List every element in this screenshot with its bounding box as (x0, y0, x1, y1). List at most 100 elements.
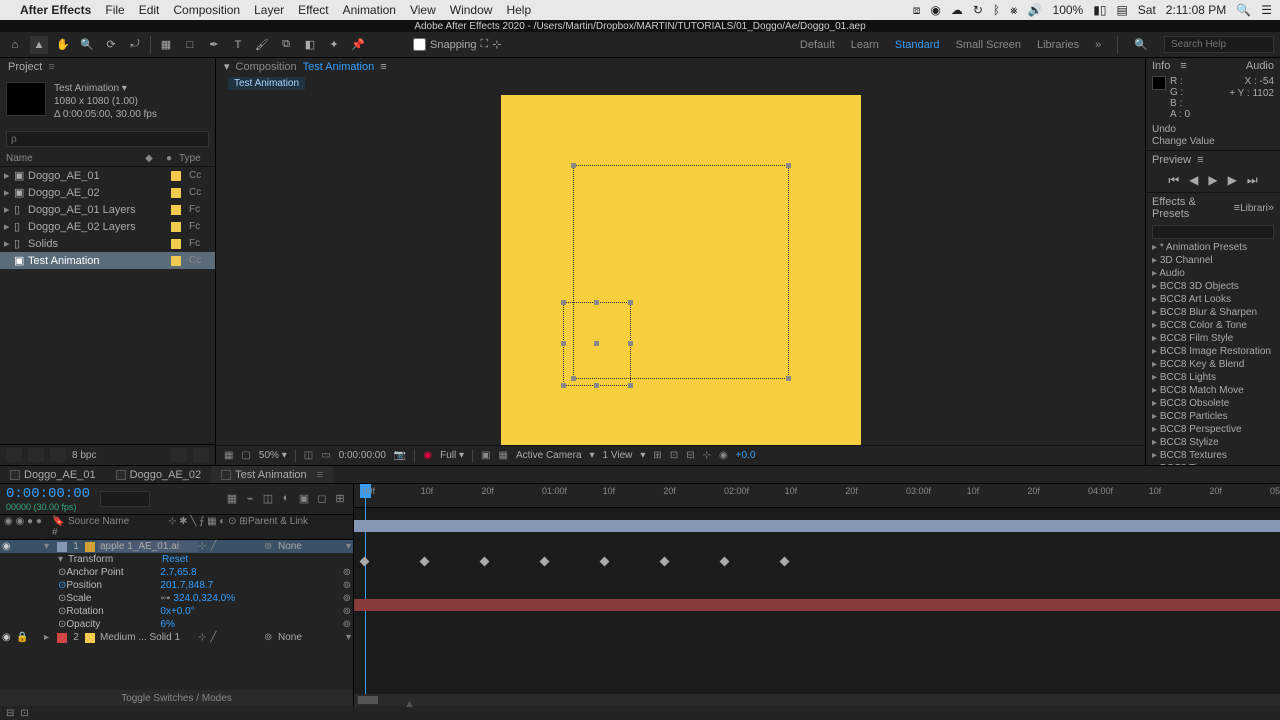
comp-viewer[interactable] (216, 91, 1145, 445)
col-type[interactable]: Type (179, 153, 209, 164)
handle[interactable] (594, 341, 599, 346)
lock-icon[interactable]: 🔒 (16, 632, 44, 643)
menu-composition[interactable]: Composition (173, 3, 240, 17)
effects-category[interactable]: BCC8 Key & Blend (1146, 358, 1280, 371)
toggle-switches-button[interactable]: Toggle Switches / Modes (0, 690, 353, 706)
comp-name[interactable]: Test Animation ▾ (54, 82, 157, 95)
brush-tool[interactable]: 🖌 (253, 36, 271, 54)
effects-category[interactable]: BCC8 Obsolete (1146, 397, 1280, 410)
parent-dropdown[interactable]: None (278, 632, 346, 643)
preview-menu-icon[interactable]: ≡ (1197, 154, 1203, 166)
current-timecode[interactable]: 0:00:00:00 (6, 486, 90, 502)
effects-category[interactable]: BCC8 Film Style (1146, 332, 1280, 345)
bpc-button[interactable]: 8 bpc (72, 450, 96, 461)
fast-icon[interactable]: ⊡ (670, 450, 678, 461)
motion-blur-icon[interactable]: ◐ (279, 492, 293, 506)
project-item[interactable]: ▸▣Doggo_AE_02Cc (0, 184, 215, 201)
col-parent[interactable]: Parent & Link (248, 516, 349, 538)
project-item[interactable]: ▸▯Doggo_AE_01 LayersFc (0, 201, 215, 218)
keyframe[interactable] (540, 557, 550, 567)
effects-category[interactable]: 3D Channel (1146, 254, 1280, 267)
bluetooth-icon[interactable]: ᛒ (993, 3, 1000, 17)
effects-category[interactable]: BCC8 Lights (1146, 371, 1280, 384)
new-folder-icon[interactable] (171, 448, 187, 462)
search-help-input[interactable] (1164, 36, 1274, 53)
layer-row[interactable]: ◉🔒 ▸ 2 Medium ... Solid 1 ⊹╱ ⊚ None▾ (0, 631, 353, 644)
timeline-tab[interactable]: Doggo_AE_02 (106, 466, 212, 483)
libraries-tab[interactable]: Librari (1240, 203, 1268, 214)
ws-libraries[interactable]: Libraries (1037, 39, 1079, 51)
prop-rotation[interactable]: ⊙Rotation0x+0.0°⊚ (0, 605, 353, 618)
nav-start-handle[interactable] (358, 696, 378, 704)
twirl-icon[interactable]: ▸ (44, 632, 54, 643)
handle[interactable] (628, 383, 633, 388)
project-item[interactable]: ▸▯Doggo_AE_02 LayersFc (0, 218, 215, 235)
effects-category[interactable]: BCC8 Perspective (1146, 423, 1280, 436)
layer-search-input[interactable] (100, 491, 150, 507)
keyframe[interactable] (600, 557, 610, 567)
layer-dd-icon[interactable]: ▾ (224, 60, 230, 73)
col-label-icon[interactable]: ◆ (139, 153, 159, 164)
comp-mini-icon[interactable]: ▦ (225, 492, 239, 506)
layer-name[interactable]: apple 1_AE_01.ai (98, 541, 198, 552)
brain-icon[interactable]: ⊞ (333, 492, 347, 506)
handle[interactable] (561, 341, 566, 346)
ws-learn[interactable]: Learn (851, 39, 879, 51)
last-frame-icon[interactable]: ⏭ (1247, 173, 1258, 188)
draft3d-icon[interactable]: ◻ (315, 492, 329, 506)
pixel-icon[interactable]: ⊞ (653, 450, 661, 461)
handle-tl[interactable] (571, 163, 576, 168)
effects-category[interactable]: BCC8 Match Move (1146, 384, 1280, 397)
frame-blend-icon[interactable]: ◫ (261, 492, 275, 506)
eraser-tool[interactable]: ◧ (301, 36, 319, 54)
prop-scale[interactable]: ⊙Scale⊶324.0,324.0%⊚ (0, 592, 353, 605)
pen-tool[interactable]: ✒ (205, 36, 223, 54)
handle-br[interactable] (786, 376, 791, 381)
tc-icon[interactable]: ⊟ (686, 450, 694, 461)
prev-frame-icon[interactable]: ◀ (1189, 173, 1198, 188)
mask-icon[interactable]: ▢ (241, 450, 250, 461)
stopwatch-icon[interactable]: ⊙ (58, 593, 66, 604)
comp-menu-icon[interactable]: ≡ (380, 61, 386, 73)
orbit-tool[interactable]: ⟳ (102, 36, 120, 54)
selection-tool[interactable]: ▲ (30, 36, 48, 54)
res-icon[interactable]: ▭ (321, 450, 330, 461)
cc-icon[interactable]: ◉ (930, 3, 940, 17)
roto-tool[interactable]: ✦ (325, 36, 343, 54)
comp-flowchart-tab[interactable]: Test Animation (228, 77, 305, 90)
handle[interactable] (628, 341, 633, 346)
clone-tool[interactable]: ⧉ (277, 36, 295, 54)
flag-icon[interactable]: ▤ (1116, 3, 1127, 17)
menu-help[interactable]: Help (506, 3, 531, 17)
keyframe[interactable] (780, 557, 790, 567)
exposure-value[interactable]: +0.0 (736, 450, 756, 461)
layer-name[interactable]: Medium ... Solid 1 (98, 632, 198, 643)
twirl-icon[interactable]: ▾ (44, 541, 54, 552)
reset-link[interactable]: Reset (162, 554, 188, 565)
search-icon[interactable]: 🔍 (1236, 3, 1251, 17)
time-ruler[interactable]: :00f10f20f01:00f10f20f02:00f10f20f03:00f… (354, 484, 1280, 508)
puppet-tool[interactable]: 📌 (349, 36, 367, 54)
trash-icon[interactable] (193, 448, 209, 462)
footer-timecode[interactable]: 0:00:00:00 (339, 450, 386, 461)
menu-layer[interactable]: Layer (254, 3, 284, 17)
effects-category[interactable]: * Animation Presets (1146, 241, 1280, 254)
home-icon[interactable]: ⌂ (6, 36, 24, 54)
views-dropdown[interactable]: 1 View (603, 450, 633, 461)
chan-icon[interactable]: ◫ (304, 450, 313, 461)
visibility-icon[interactable]: ◉ (2, 541, 16, 552)
volume-icon[interactable]: 🔊 (1028, 3, 1043, 17)
status-icon[interactable]: ⊟ (6, 708, 14, 719)
effects-category[interactable]: BCC8 Time (1146, 462, 1280, 465)
comp-canvas[interactable] (501, 95, 861, 445)
graph-icon[interactable]: ▣ (297, 492, 311, 506)
stopwatch-icon[interactable]: ⊙ (58, 619, 66, 630)
effects-category[interactable]: BCC8 3D Objects (1146, 280, 1280, 293)
visibility-icon[interactable]: ◉ (2, 632, 16, 643)
snapshot-icon[interactable]: 📷 (394, 450, 406, 461)
project-item[interactable]: ▸▣Doggo_AE_01Cc (0, 167, 215, 184)
effects-category[interactable]: BCC8 Art Looks (1146, 293, 1280, 306)
roi-icon[interactable]: ▣ (481, 450, 490, 461)
first-frame-icon[interactable]: ⏮ (1168, 173, 1179, 188)
next-frame-icon[interactable]: ▶ (1228, 173, 1237, 188)
